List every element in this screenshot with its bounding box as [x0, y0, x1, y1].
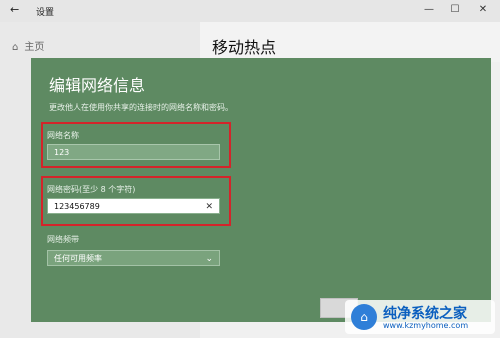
network-password-input[interactable]: 123456789 ✕	[47, 198, 220, 214]
network-name-label: 网络名称	[47, 131, 79, 140]
clear-icon[interactable]: ✕	[205, 199, 213, 215]
home-icon: ⌂	[12, 42, 19, 53]
network-band-select[interactable]: 任何可用频率 ⌄	[47, 250, 220, 266]
chevron-down-icon: ⌄	[205, 254, 213, 264]
network-password-label: 网络密码(至少 8 个字符)	[47, 185, 136, 194]
minimize-button[interactable]: —	[422, 4, 436, 15]
network-band-value: 任何可用频率	[54, 254, 102, 263]
title-bar: ← 设置 — ☐ ✕	[0, 0, 500, 23]
page-title: 移动热点	[212, 38, 277, 57]
dialog-title: 编辑网络信息	[49, 76, 146, 95]
network-password-value: 123456789	[54, 202, 100, 211]
nav-home[interactable]: ⌂ 主页	[12, 38, 44, 53]
dialog-subtitle: 更改他人在使用你共享的连接时的网络名称和密码。	[49, 103, 233, 112]
close-button[interactable]: ✕	[476, 4, 490, 15]
window-title: 设置	[36, 8, 55, 18]
watermark-logo-icon: ⌂	[351, 304, 377, 330]
maximize-button[interactable]: ☐	[448, 4, 462, 15]
network-band-label: 网络频带	[47, 235, 79, 244]
page-header: 移动热点	[200, 22, 500, 62]
watermark-url: www.kzmyhome.com	[383, 321, 469, 330]
watermark-name: 纯净系统之家	[383, 306, 467, 322]
edit-network-dialog: 编辑网络信息 更改他人在使用你共享的连接时的网络名称和密码。 网络名称 123 …	[31, 58, 491, 322]
nav-home-label: 主页	[24, 42, 45, 53]
site-watermark: ⌂ 纯净系统之家 www.kzmyhome.com	[345, 300, 495, 334]
network-name-input[interactable]: 123	[47, 144, 220, 160]
back-arrow-icon[interactable]: ←	[10, 3, 19, 16]
